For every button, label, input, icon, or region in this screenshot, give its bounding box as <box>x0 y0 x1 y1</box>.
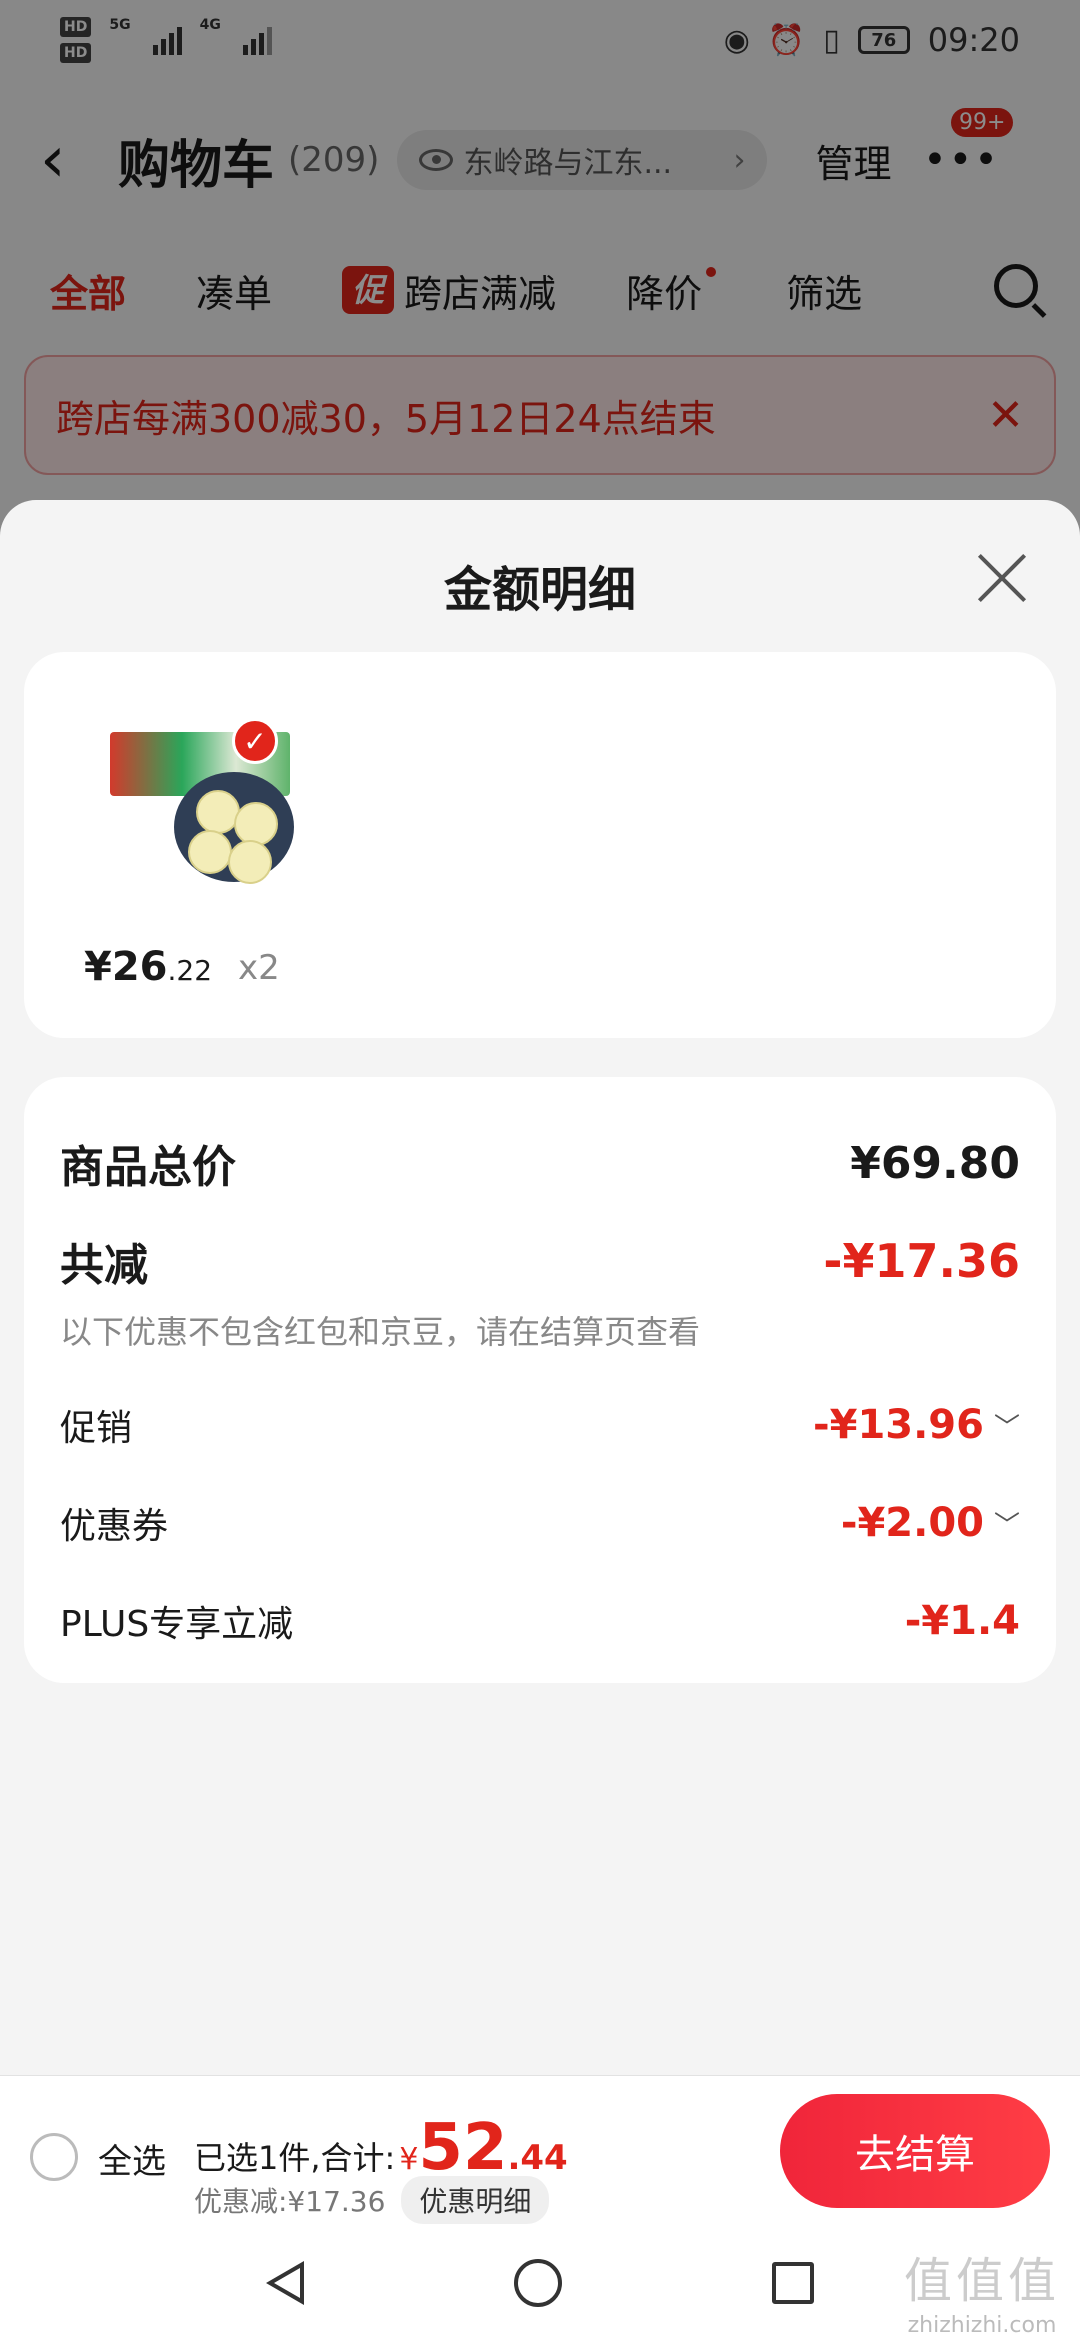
coupon-label: 优惠券 <box>60 1506 169 1547</box>
plus-discount-value: -¥1.4 <box>904 1598 1020 1644</box>
checkout-bar: 全选 已选1件,合计: ¥ 52 .44 优惠减:¥17.36 优惠明细 去结算 <box>0 2075 1080 2225</box>
summary-prefix: 已选1件,合计: <box>194 2139 396 2177</box>
plus-discount-row: PLUS专享立减 -¥1.4 <box>60 1595 1020 1647</box>
product-price-main: ¥26 <box>84 944 168 990</box>
pear-graphic <box>228 840 272 884</box>
select-all-label[interactable]: 全选 <box>98 2134 166 2183</box>
amount-detail-card: 商品总价 ¥69.80 共减 -¥17.36 以下优惠不包含红包和京豆，请在结算… <box>24 1077 1056 1683</box>
close-icon[interactable] <box>974 550 1030 606</box>
discount-detail-button[interactable]: 优惠明细 <box>401 2176 550 2224</box>
discount-note: 以下优惠不包含红包和京豆，请在结算页查看 <box>60 1313 701 1351</box>
product-price: ¥26.22 <box>84 944 212 990</box>
total-amount-decimal: .44 <box>507 2138 568 2178</box>
promotion-value-wrap: -¥13.96 ﹀ <box>813 1402 1020 1448</box>
discount-text: 优惠减:¥17.36 <box>194 2185 386 2218</box>
plus-discount-label: PLUS专享立减 <box>60 1604 294 1645</box>
total-reduce-row: 共减 -¥17.36 <box>60 1229 1020 1293</box>
chevron-down-icon: ﹀ <box>993 1412 1020 1443</box>
pear-graphic <box>234 802 278 846</box>
total-price-row: 商品总价 ¥69.80 <box>60 1131 1020 1195</box>
select-all-checkbox[interactable] <box>30 2133 78 2181</box>
product-price-decimal: .22 <box>167 954 213 987</box>
checkout-button[interactable]: 去结算 <box>780 2094 1050 2208</box>
nav-home-icon[interactable] <box>514 2258 562 2307</box>
watermark-logo: 值值值 <box>903 2253 1060 2309</box>
order-summary: 已选1件,合计: ¥ 52 .44 <box>194 2116 568 2180</box>
nav-back-icon[interactable] <box>266 2260 304 2305</box>
total-reduce-label: 共减 <box>60 1240 148 1291</box>
watermark: 值值值 zhizhizhi.com <box>904 2250 1060 2340</box>
product-quantity: x2 <box>238 948 280 988</box>
coupon-row[interactable]: 优惠券 -¥2.00 ﹀ <box>60 1497 1020 1549</box>
total-amount-int: 52 <box>418 2111 508 2185</box>
coupon-value-wrap: -¥2.00 ﹀ <box>841 1500 1020 1546</box>
currency-symbol: ¥ <box>399 2142 419 2177</box>
promotion-label: 促销 <box>60 1408 133 1449</box>
coupon-value: -¥2.00 <box>840 1500 984 1546</box>
sheet-title: 金额明细 <box>443 562 636 618</box>
nav-recents-icon[interactable] <box>772 2261 814 2304</box>
pear-graphic <box>188 830 232 874</box>
watermark-url: zhizhizhi.com <box>907 2313 1057 2339</box>
total-reduce-value: -¥17.36 <box>823 1234 1020 1288</box>
discount-summary: 优惠减:¥17.36 优惠明细 <box>194 2176 550 2224</box>
chevron-down-icon: ﹀ <box>993 1510 1020 1541</box>
total-price-label: 商品总价 <box>60 1142 236 1193</box>
total-price-value: ¥69.80 <box>850 1137 1020 1189</box>
product-card: ✓ ¥26.22 x2 <box>24 652 1056 1038</box>
selected-check-icon: ✓ <box>232 718 278 764</box>
amount-detail-sheet: 金额明细 ✓ ¥26.22 x2 商品总价 ¥69.80 共减 -¥17.36 … <box>0 500 1080 2075</box>
promotion-row[interactable]: 促销 -¥13.96 ﹀ <box>60 1399 1020 1451</box>
promotion-value: -¥13.96 <box>813 1402 984 1448</box>
product-image[interactable]: ✓ <box>84 712 304 892</box>
